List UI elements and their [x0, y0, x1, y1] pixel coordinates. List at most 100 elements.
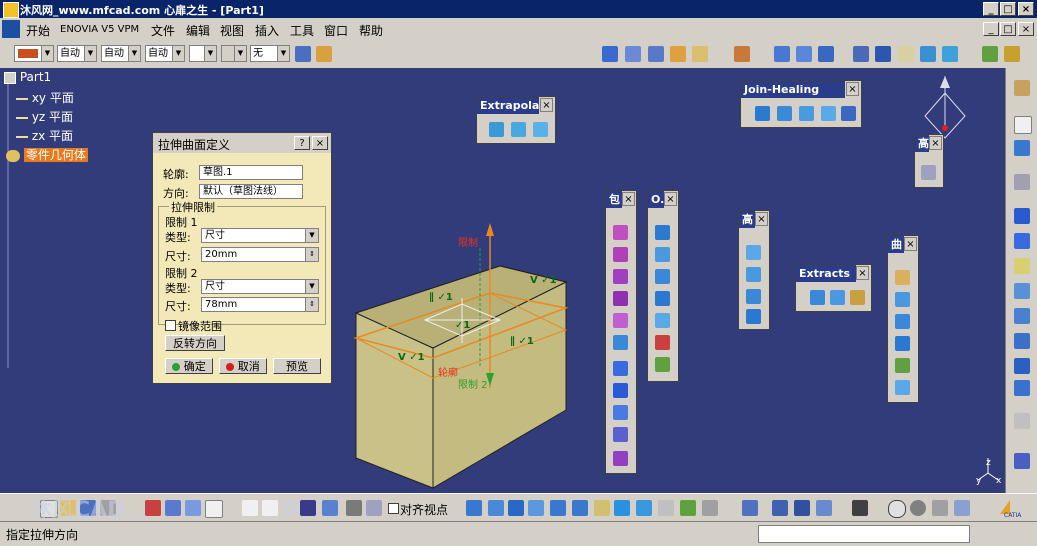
zoom-out-icon[interactable] — [572, 500, 588, 516]
extrude-icon[interactable] — [613, 225, 628, 240]
profile-field[interactable]: 草图.1 — [199, 165, 303, 180]
axis-icon[interactable] — [932, 500, 948, 516]
toolbar-close-icon[interactable]: × — [664, 192, 677, 206]
linetype-combo[interactable]: 自动 ▼ — [145, 45, 185, 62]
minimize-button[interactable]: _ — [983, 2, 999, 16]
menu-window[interactable]: 窗口 — [324, 22, 348, 39]
zoom-in-icon[interactable] — [550, 500, 566, 516]
tree-node-yz[interactable]: yz 平面 — [16, 108, 73, 125]
catalog-icon[interactable] — [692, 46, 708, 62]
navigation-icon[interactable] — [910, 500, 926, 516]
profile-tag[interactable]: 轮廓 — [438, 364, 458, 379]
loft-icon[interactable] — [613, 361, 628, 376]
mirror-checkbox[interactable] — [165, 320, 176, 331]
spline-tool-icon[interactable] — [1014, 380, 1030, 396]
fillet-icon[interactable] — [746, 289, 761, 304]
catia-logo-icon[interactable] — [2, 20, 20, 38]
sweep-icon[interactable] — [613, 313, 628, 328]
spinner-arrows-icon[interactable]: ⇕ — [305, 298, 318, 311]
fit-all-icon[interactable] — [796, 46, 812, 62]
grid-icon[interactable] — [625, 46, 641, 62]
toolbar-title[interactable]: 包 — [606, 191, 622, 208]
toolbar-close-icon[interactable]: × — [856, 266, 869, 280]
conic-icon[interactable] — [895, 380, 910, 395]
toolbar-title[interactable]: 高 — [739, 211, 755, 228]
3d-offset-icon[interactable] — [895, 292, 910, 307]
reflect-line-icon[interactable] — [895, 336, 910, 351]
tree-node-xy[interactable]: xy 平面 — [16, 89, 74, 106]
split-icon[interactable] — [511, 122, 526, 137]
toolbar-close-icon[interactable]: × — [929, 136, 942, 150]
menu-tools[interactable]: 工具 — [290, 22, 314, 39]
point-tool-icon[interactable] — [1014, 208, 1030, 224]
limit2-type-select[interactable]: 尺寸 ▼ — [201, 279, 319, 294]
sketch-output-icon[interactable] — [742, 500, 758, 516]
tree-expand-icon[interactable] — [322, 500, 338, 516]
menu-enovia[interactable]: ENOVIA V5 VPM — [60, 24, 139, 35]
combine-tool-icon[interactable] — [1014, 308, 1030, 324]
line-tool-icon[interactable] — [1014, 233, 1030, 249]
plane-tool-icon[interactable] — [1014, 258, 1030, 274]
camera-icon[interactable] — [852, 500, 868, 516]
direction-field[interactable]: 默认（草图法线） — [199, 184, 303, 199]
measure-icon[interactable] — [670, 46, 686, 62]
toolbar-close-icon[interactable]: × — [846, 82, 859, 96]
direction-arrow[interactable] — [486, 223, 494, 236]
offset-icon[interactable] — [613, 291, 628, 306]
combine-icon[interactable] — [895, 314, 910, 329]
properties-icon[interactable] — [316, 46, 332, 62]
iso-view-icon[interactable] — [636, 500, 652, 516]
circle-tool-icon[interactable] — [1014, 358, 1030, 374]
revolve-icon[interactable] — [613, 247, 628, 262]
limit2-dim-spinner[interactable]: 78mm ⇕ — [201, 297, 319, 312]
select-icon[interactable] — [1014, 116, 1032, 134]
views-icon[interactable] — [920, 46, 936, 62]
formula-icon[interactable] — [242, 500, 258, 516]
fit-all-icon[interactable] — [488, 500, 504, 516]
limit2-tag[interactable]: 限制 2 — [458, 376, 488, 391]
menu-view[interactable]: 视图 — [220, 22, 244, 39]
dialog-help-button[interactable]: ? — [294, 136, 310, 150]
rotate-icon[interactable] — [528, 500, 544, 516]
dimension-icon[interactable] — [794, 500, 810, 516]
tree-node-body[interactable]: 零件几何体 — [6, 146, 88, 163]
swap-space-icon[interactable] — [702, 500, 718, 516]
toolbar-title[interactable]: Join-Healing — [741, 81, 845, 98]
menu-start[interactable]: 开始 — [26, 22, 50, 39]
sphere-icon[interactable] — [613, 269, 628, 284]
pan-icon[interactable] — [818, 46, 834, 62]
toolbar-title[interactable]: Extrapola — [477, 97, 539, 114]
join-icon[interactable] — [755, 106, 770, 121]
menu-help[interactable]: 帮助 — [359, 22, 383, 39]
whats-this-icon[interactable] — [205, 500, 223, 518]
corner-icon[interactable] — [746, 267, 761, 282]
extract-icon[interactable] — [830, 290, 845, 305]
projection-tool-icon[interactable] — [1014, 283, 1030, 299]
scan-icon[interactable] — [346, 500, 362, 516]
sketch-icon[interactable] — [602, 46, 618, 62]
circle-icon[interactable] — [655, 269, 670, 284]
doc-minimize-button[interactable]: _ — [983, 22, 999, 36]
menu-file[interactable]: 文件 — [151, 22, 175, 39]
reflect-tool-icon[interactable] — [1014, 333, 1030, 349]
preview-button[interactable]: 预览 — [273, 358, 321, 374]
transparency-combo[interactable]: 自动 ▼ — [57, 45, 97, 62]
pad-icon[interactable] — [613, 405, 628, 420]
command-input[interactable] — [758, 525, 970, 543]
redo-icon[interactable] — [185, 500, 201, 516]
multisection-icon[interactable] — [613, 451, 628, 466]
linewidth-combo[interactable]: 自动 ▼ — [101, 45, 141, 62]
tree-node-zx[interactable]: zx 平面 — [16, 127, 73, 144]
rotate-icon[interactable] — [853, 46, 869, 62]
toolbar-title[interactable]: 曲 — [888, 236, 904, 253]
knowledge-template-icon[interactable] — [921, 165, 936, 180]
measure-item-icon[interactable] — [1014, 174, 1030, 190]
analysis-icon[interactable] — [816, 500, 832, 516]
trim-icon[interactable] — [533, 122, 548, 137]
layer-combo[interactable]: 无 ▼ — [250, 45, 290, 62]
toolbar-close-icon[interactable]: × — [622, 192, 635, 206]
toolbar-title[interactable]: 高 — [915, 135, 929, 152]
zoom-in-icon[interactable] — [875, 46, 891, 62]
boundary-icon[interactable] — [810, 290, 825, 305]
options-icon[interactable] — [954, 500, 970, 516]
